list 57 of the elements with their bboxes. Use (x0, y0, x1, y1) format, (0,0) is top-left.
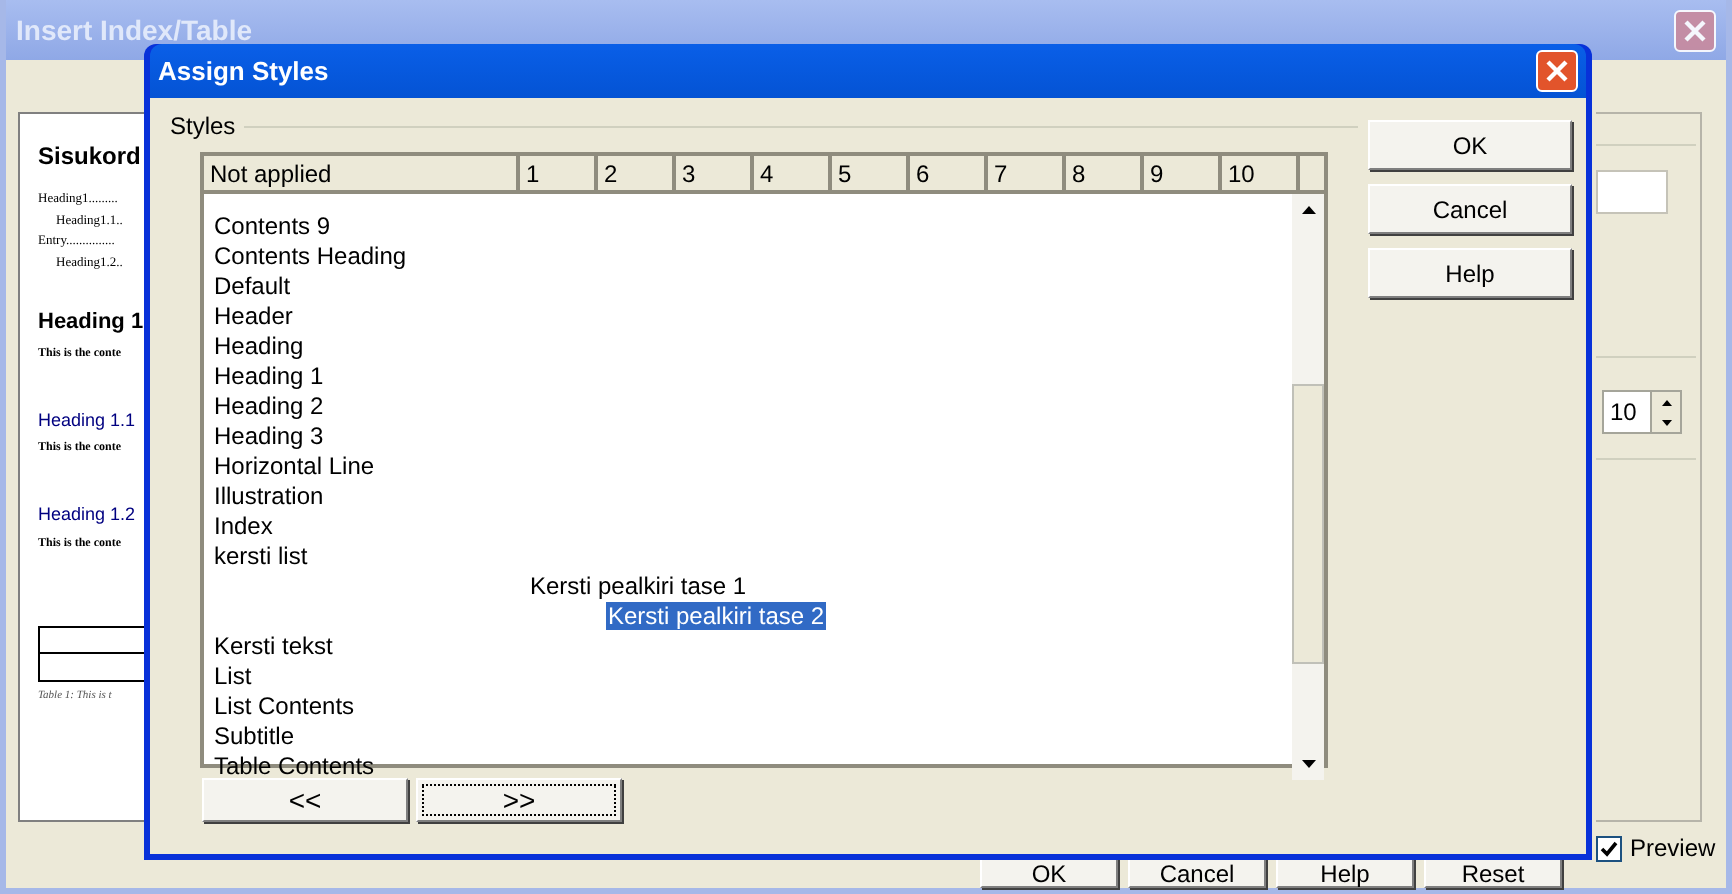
column-header[interactable]: 10 (1222, 156, 1300, 190)
column-header[interactable]: 4 (754, 156, 832, 190)
preview-label: Preview (1630, 832, 1716, 866)
dialog-button[interactable]: Cancel (1368, 184, 1572, 234)
column-header[interactable]: 3 (676, 156, 754, 190)
style-item[interactable]: Heading 2 (212, 391, 326, 419)
dialog-title: Assign Styles (158, 53, 329, 90)
style-item[interactable]: Header (212, 301, 295, 329)
style-item[interactable]: Kersti pealkiri tase 2 (606, 601, 827, 629)
column-header[interactable]: 1 (520, 156, 598, 190)
scrollbar[interactable] (1292, 194, 1324, 780)
column-header[interactable]: 8 (1066, 156, 1144, 190)
close-button[interactable] (1536, 50, 1578, 92)
style-item[interactable]: kersti list (212, 541, 310, 569)
style-item[interactable]: Illustration (212, 481, 326, 509)
style-item[interactable]: Default (212, 271, 293, 299)
style-item[interactable]: Kersti tekst (212, 631, 335, 659)
style-item[interactable]: Heading 3 (212, 421, 326, 449)
group-label: Styles (170, 110, 236, 144)
style-item[interactable]: List (212, 661, 254, 689)
scroll-up-icon[interactable] (1301, 206, 1315, 214)
style-item[interactable]: Table Contents (212, 751, 377, 779)
preview-title: Sisukord (38, 140, 143, 174)
close-button[interactable] (1674, 9, 1716, 51)
column-header[interactable]: 7 (988, 156, 1066, 190)
scroll-down-icon[interactable] (1301, 760, 1315, 768)
column-header[interactable]: 9 (1144, 156, 1222, 190)
preview-heading: Heading 1.1 (38, 407, 138, 434)
style-item[interactable]: Kersti pealkiri tase 1 (528, 571, 749, 599)
style-item[interactable]: Contents Heading (212, 241, 409, 269)
style-item[interactable]: Subtitle (212, 721, 297, 749)
preview-heading: Heading 1 (38, 308, 146, 338)
style-item[interactable]: Heading (212, 331, 306, 359)
preview-checkbox[interactable] (1596, 835, 1622, 861)
style-item[interactable]: Contents 9 (212, 211, 333, 239)
check-icon (1600, 839, 1618, 857)
window-title: Insert Index/Table (16, 11, 252, 49)
dialog-button[interactable]: Help (1368, 248, 1572, 298)
style-item[interactable]: Heading 1 (212, 361, 326, 389)
column-header[interactable]: 6 (910, 156, 988, 190)
close-icon (1546, 60, 1568, 82)
spin-field[interactable]: 10 (1602, 390, 1682, 434)
dialog-button[interactable]: OK (1368, 120, 1572, 170)
close-icon (1684, 19, 1706, 41)
spin-down-icon[interactable] (1661, 419, 1671, 425)
column-header[interactable]: 2 (598, 156, 676, 190)
move-button[interactable]: << (202, 778, 408, 822)
style-item[interactable]: List Contents (212, 691, 357, 719)
text-field[interactable] (1596, 170, 1668, 214)
style-item[interactable]: Index (212, 511, 275, 539)
column-header[interactable]: 5 (832, 156, 910, 190)
column-header[interactable]: Not applied (204, 156, 520, 190)
move-button[interactable]: >> (416, 778, 622, 822)
style-item[interactable]: Horizontal Line (212, 451, 377, 479)
scroll-thumb[interactable] (1292, 384, 1324, 664)
preview-heading: Heading 1.2 (38, 502, 138, 528)
spin-up-icon[interactable] (1661, 399, 1671, 405)
